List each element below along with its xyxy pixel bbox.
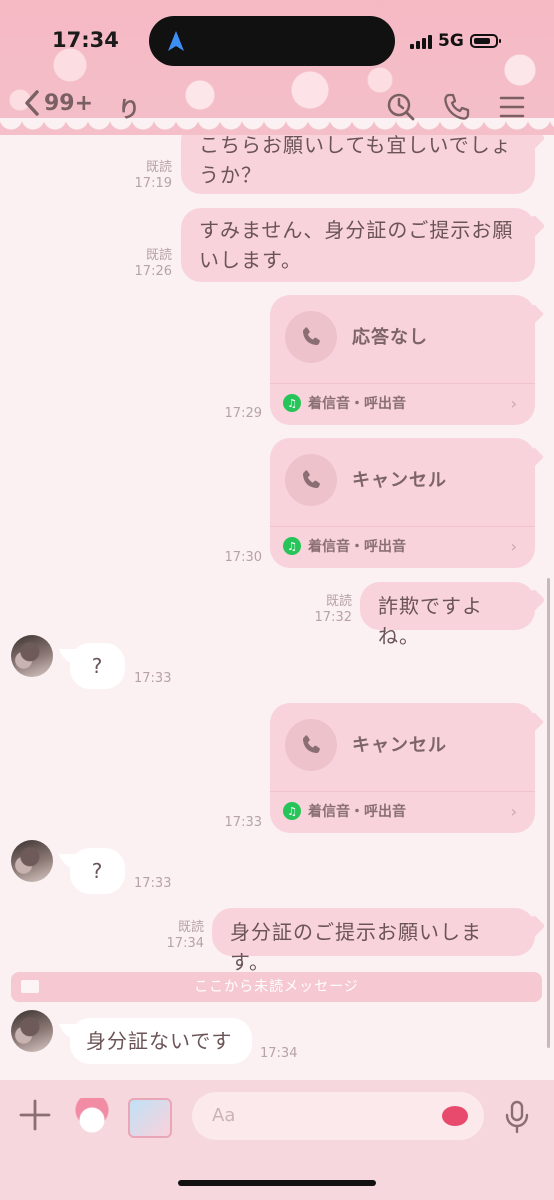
phone-icon bbox=[285, 311, 337, 363]
chevron-right-icon: › bbox=[510, 802, 517, 821]
battery-icon bbox=[469, 34, 501, 48]
message-time: 17:33 bbox=[224, 815, 262, 830]
ringtone-link[interactable]: ♫ 着信音・呼出音 bbox=[283, 536, 406, 556]
emoji-icon[interactable] bbox=[128, 1098, 172, 1138]
message-meta: 既読 17:19 bbox=[118, 160, 172, 192]
call-status: 応答なし bbox=[352, 327, 428, 348]
message-time: 17:34 bbox=[260, 1046, 298, 1061]
read-receipt: 既読 bbox=[145, 160, 172, 175]
ringtone-label: 着信音・呼出音 bbox=[308, 396, 406, 412]
message-time: 17:26 bbox=[134, 264, 172, 279]
menu-icon[interactable] bbox=[497, 92, 527, 122]
unread-divider-label: ここから未読メッセージ bbox=[194, 979, 359, 995]
call-status: キャンセル bbox=[352, 735, 447, 756]
chat-header: 17:34 5G 99+ り bbox=[0, 0, 554, 140]
chat-title: り bbox=[118, 98, 141, 123]
back-button[interactable]: 99+ bbox=[24, 90, 93, 116]
divider bbox=[270, 383, 535, 384]
navigation-arrow-icon bbox=[168, 31, 184, 51]
avatar[interactable] bbox=[11, 1010, 53, 1052]
lips-sticker-icon[interactable] bbox=[442, 1106, 468, 1126]
ringtone-link[interactable]: ♫ 着信音・呼出音 bbox=[283, 801, 406, 821]
message-meta: 既読 17:26 bbox=[118, 248, 172, 280]
music-note-icon: ♫ bbox=[283, 394, 301, 412]
chevron-right-icon: › bbox=[510, 537, 517, 556]
microphone-icon[interactable] bbox=[504, 1100, 530, 1134]
message-bubble[interactable]: 身分証ないです bbox=[70, 1018, 252, 1064]
message-time: 17:33 bbox=[134, 876, 172, 891]
phone-icon bbox=[285, 719, 337, 771]
divider bbox=[270, 791, 535, 792]
music-note-icon: ♫ bbox=[283, 802, 301, 820]
ringtone-label: 着信音・呼出音 bbox=[308, 804, 406, 820]
message-time: 17:30 bbox=[224, 550, 262, 565]
scrollbar[interactable] bbox=[547, 578, 550, 1048]
message-text: 身分証ないです bbox=[86, 1029, 233, 1053]
read-receipt: 既読 bbox=[145, 248, 172, 263]
message-input[interactable]: Aa bbox=[192, 1092, 484, 1140]
message-time: 17:32 bbox=[314, 610, 352, 625]
ringtone-link[interactable]: ♫ 着信音・呼出音 bbox=[283, 393, 406, 413]
plus-icon[interactable] bbox=[18, 1098, 52, 1132]
home-indicator[interactable] bbox=[178, 1180, 376, 1186]
message-bubble[interactable]: ? bbox=[70, 643, 125, 689]
dynamic-island bbox=[149, 16, 395, 66]
message-time: 17:33 bbox=[134, 671, 172, 686]
chevron-left-icon bbox=[25, 90, 39, 116]
status-indicators: 5G bbox=[410, 29, 501, 53]
ringtone-label: 着信音・呼出音 bbox=[308, 539, 406, 555]
message-meta: 既読 17:34 bbox=[150, 920, 204, 952]
clock-search-icon[interactable] bbox=[386, 92, 416, 122]
avatar[interactable] bbox=[11, 840, 53, 882]
phone-icon bbox=[285, 454, 337, 506]
call-status: キャンセル bbox=[352, 470, 447, 491]
status-time: 17:34 bbox=[52, 28, 119, 52]
call-message-card[interactable]: キャンセル ♫ 着信音・呼出音 › bbox=[270, 703, 535, 833]
chat-nav-bar: 99+ り bbox=[0, 84, 554, 128]
tag-icon bbox=[21, 980, 39, 993]
message-bubble[interactable]: 詐欺ですよね。 bbox=[360, 582, 535, 648]
read-receipt: 既読 bbox=[177, 920, 204, 935]
phone-call-icon[interactable] bbox=[442, 92, 472, 122]
network-type: 5G bbox=[438, 31, 464, 51]
sticker-icon[interactable] bbox=[70, 1098, 114, 1138]
signal-icon bbox=[410, 33, 432, 49]
message-text: ? bbox=[91, 654, 104, 678]
message-bubble[interactable]: 身分証のご提示お願いします。 bbox=[212, 908, 535, 974]
message-time: 17:19 bbox=[134, 176, 172, 191]
message-text: すみません、身分証のご提示お願いします。 bbox=[199, 218, 514, 272]
message-text: 詐欺ですよね。 bbox=[378, 594, 483, 648]
call-message-card[interactable]: キャンセル ♫ 着信音・呼出音 › bbox=[270, 438, 535, 568]
message-meta: 既読 17:32 bbox=[298, 594, 352, 626]
message-time: 17:34 bbox=[166, 936, 204, 951]
avatar[interactable] bbox=[11, 635, 53, 677]
message-bubble[interactable]: すみません、身分証のご提示お願いします。 bbox=[181, 208, 535, 282]
music-note-icon: ♫ bbox=[283, 537, 301, 555]
message-text: こちらお願いしても宜しいでしょうか？ bbox=[199, 133, 512, 187]
message-bubble[interactable]: ? bbox=[70, 848, 125, 894]
unread-messages-divider: ここから未読メッセージ bbox=[11, 972, 542, 1002]
message-text: ? bbox=[91, 859, 104, 883]
message-list[interactable]: こちらお願いしても宜しいでしょうか？ 既読 17:19 すみません、身分証のご提… bbox=[0, 0, 554, 1080]
message-text: 身分証のご提示お願いします。 bbox=[230, 920, 482, 974]
chevron-right-icon: › bbox=[510, 394, 517, 413]
divider bbox=[270, 526, 535, 527]
unread-count: 99+ bbox=[44, 90, 94, 116]
message-time: 17:29 bbox=[224, 406, 262, 421]
read-receipt: 既読 bbox=[325, 594, 352, 609]
call-message-card[interactable]: 応答なし ♫ 着信音・呼出音 › bbox=[270, 295, 535, 425]
message-input-placeholder: Aa bbox=[212, 1105, 236, 1126]
